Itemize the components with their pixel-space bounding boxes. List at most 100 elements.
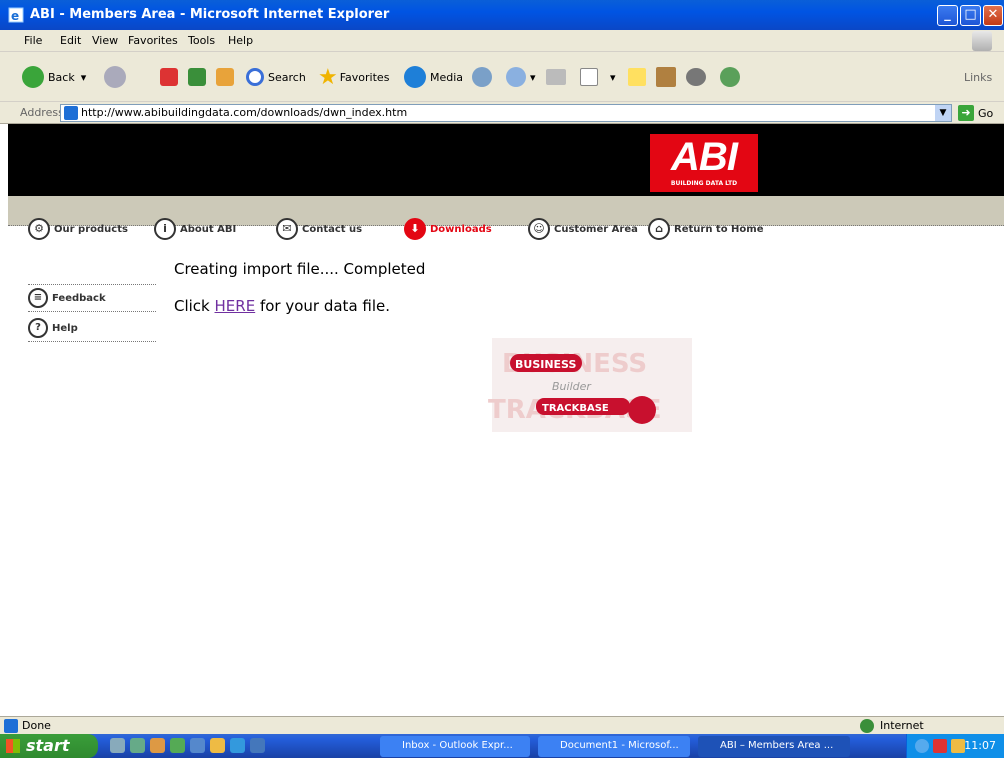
tray-app-icon[interactable] — [933, 739, 947, 753]
note-icon — [628, 68, 646, 86]
history-icon — [472, 67, 492, 87]
nav-customer-area[interactable]: ☺ Customer Area — [528, 218, 638, 240]
favorites-button[interactable]: ★ Favorites — [318, 65, 390, 90]
nav-downloads[interactable]: ⬇ Downloads — [404, 218, 492, 240]
nav-contact-us[interactable]: ✉ Contact us — [276, 218, 362, 240]
quicklaunch-tool-icon[interactable] — [190, 738, 205, 753]
minimize-button[interactable]: _ — [937, 5, 958, 26]
feedback-icon: ≡ — [28, 288, 48, 308]
standard-toolbar: Back ▾ Search ★ Favorites Media ▾ ▾ Link… — [0, 52, 1004, 102]
info-icon: i — [154, 218, 176, 240]
menu-edit[interactable]: Edit — [60, 34, 81, 47]
stop-button[interactable] — [160, 66, 182, 88]
discuss-button[interactable] — [628, 66, 650, 88]
go-arrow-icon: ➜ — [958, 105, 974, 121]
chat-bubble-icon — [686, 68, 706, 86]
links-button[interactable]: Links — [964, 66, 992, 88]
status-bar: Done Internet — [0, 716, 1004, 734]
forward-button[interactable] — [104, 66, 130, 88]
promo-business: BUSINESS — [515, 358, 576, 371]
menu-help[interactable]: Help — [228, 34, 253, 47]
edit-word-button[interactable]: ▾ — [580, 66, 616, 88]
start-button[interactable]: start — [0, 734, 98, 758]
side-feedback[interactable]: ≡ Feedback — [28, 288, 156, 312]
download-message: Click HERE for your data file. — [174, 297, 390, 315]
search-button[interactable]: Search — [246, 66, 306, 88]
refresh-icon — [188, 68, 206, 86]
research-button[interactable] — [656, 66, 680, 88]
address-label: Address — [20, 106, 64, 119]
task-label: Document1 - Microsof... — [560, 740, 679, 751]
nav-label: Customer Area — [554, 223, 638, 235]
go-button[interactable]: ➜ Go — [958, 105, 993, 121]
nav-about-abi[interactable]: i About ABI — [154, 218, 236, 240]
quicklaunch-folder-icon[interactable] — [210, 738, 225, 753]
taskbar: start Inbox - Outlook Expr... Document1 … — [0, 734, 1004, 758]
help-icon: ? — [28, 318, 48, 338]
word-icon — [580, 68, 598, 86]
tray-expand-icon[interactable] — [915, 739, 929, 753]
close-button[interactable]: ✕ — [983, 5, 1003, 26]
home-icon: ⌂ — [648, 218, 670, 240]
maximize-button[interactable]: □ — [960, 5, 981, 26]
nav-label: Return to Home — [674, 223, 764, 235]
printer-icon — [546, 69, 566, 85]
address-dropdown-icon[interactable]: ▼ — [935, 105, 951, 121]
mail-dropdown-icon: ▾ — [530, 70, 536, 84]
page-icon — [64, 106, 78, 120]
menu-bar: File Edit View Favorites Tools Help — [0, 30, 1004, 52]
menu-file[interactable]: File — [24, 34, 42, 47]
messenger-icon — [720, 67, 740, 87]
back-button[interactable]: Back ▾ — [22, 66, 86, 88]
stop-icon — [160, 68, 178, 86]
back-label: Back — [48, 70, 75, 84]
messenger-chat-button[interactable] — [686, 66, 710, 88]
menu-tools[interactable]: Tools — [188, 34, 215, 47]
download-icon: ⬇ — [404, 218, 426, 240]
messenger-button[interactable] — [720, 66, 744, 88]
side-divider — [28, 284, 156, 285]
go-label: Go — [978, 106, 994, 120]
quicklaunch-ie-icon[interactable] — [230, 738, 245, 753]
menu-favorites[interactable]: Favorites — [128, 34, 178, 47]
svg-text:e: e — [11, 9, 19, 23]
print-button[interactable] — [546, 66, 570, 88]
window-titlebar[interactable]: e ABI - Members Area - Microsoft Interne… — [0, 0, 1004, 30]
quicklaunch-app-icon[interactable] — [130, 738, 145, 753]
quicklaunch-window-icon[interactable] — [250, 738, 265, 753]
research-icon — [656, 67, 676, 87]
quicklaunch-desktop-icon[interactable] — [110, 738, 125, 753]
address-input[interactable]: http://www.abibuildingdata.com/downloads… — [60, 104, 952, 122]
quicklaunch-media-icon[interactable] — [150, 738, 165, 753]
side-help[interactable]: ? Help — [28, 318, 156, 342]
back-dropdown-icon: ▾ — [80, 70, 87, 84]
clock[interactable]: 11:07 — [964, 739, 996, 752]
window-title: ABI - Members Area - Microsoft Internet … — [30, 7, 390, 22]
forward-arrow-icon — [104, 66, 126, 88]
mail-button[interactable]: ▾ — [506, 66, 536, 88]
refresh-button[interactable] — [188, 66, 210, 88]
nav-our-products[interactable]: ⚙ Our products — [28, 218, 128, 240]
quicklaunch-visio-icon[interactable] — [170, 738, 185, 753]
task-label: ABI – Members Area ... — [720, 740, 834, 751]
task-outlook-express[interactable]: Inbox - Outlook Expr... — [380, 736, 530, 757]
task-abi-members[interactable]: ABI – Members Area ... — [698, 736, 850, 757]
task-document1[interactable]: Document1 - Microsof... — [538, 736, 690, 757]
menu-view[interactable]: View — [92, 34, 118, 47]
history-button[interactable] — [472, 66, 496, 88]
nav-return-home[interactable]: ⌂ Return to Home — [648, 218, 764, 240]
tray-people-icon[interactable] — [951, 739, 965, 753]
mail-icon — [506, 67, 526, 87]
favorites-label: Favorites — [339, 70, 390, 84]
abi-logo[interactable]: ABI BUILDING DATA LTD — [650, 134, 758, 192]
here-link[interactable]: HERE — [215, 297, 256, 315]
media-label: Media — [430, 70, 464, 84]
windows-logo-icon — [6, 739, 20, 753]
envelope-icon: ✉ — [276, 218, 298, 240]
side-label: Feedback — [52, 292, 106, 304]
home-button[interactable] — [216, 66, 238, 88]
person-icon: ☺ — [528, 218, 550, 240]
task-label: Inbox - Outlook Expr... — [402, 740, 513, 751]
media-button[interactable]: Media — [404, 66, 463, 88]
nav-label: Our products — [54, 223, 128, 235]
